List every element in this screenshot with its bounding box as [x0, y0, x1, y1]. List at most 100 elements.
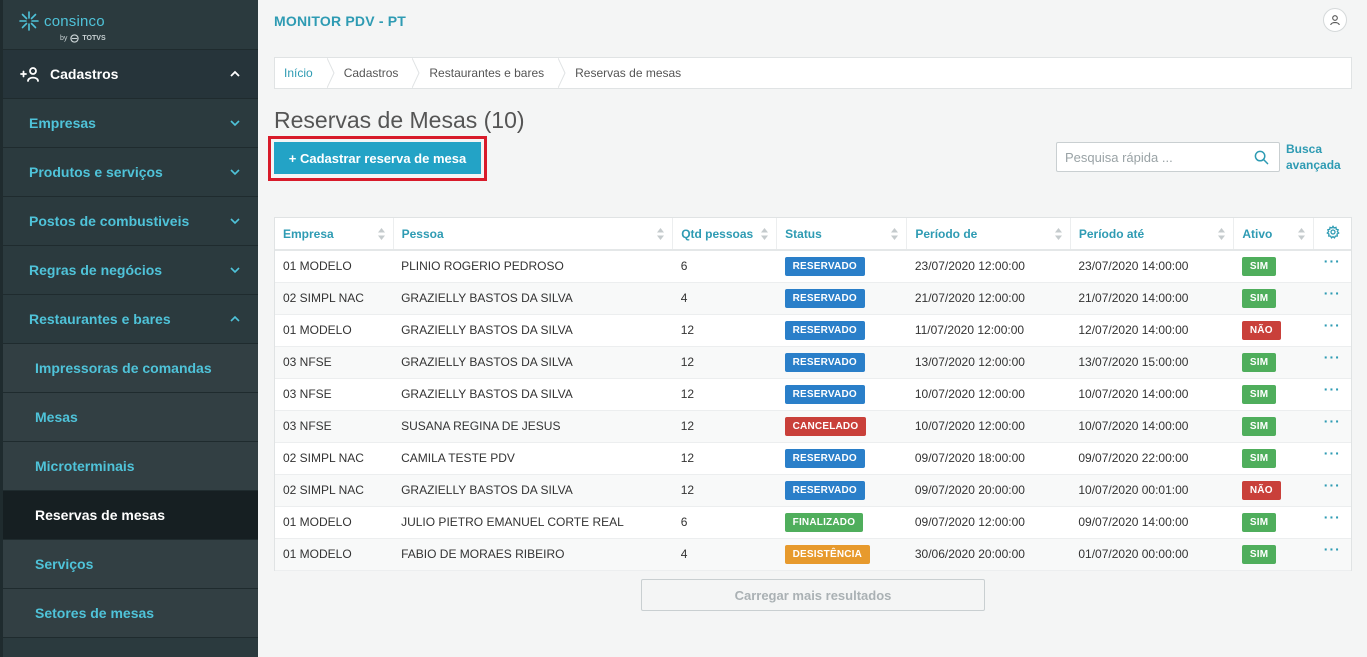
search-icon[interactable] — [1254, 150, 1269, 165]
sidebar-item-label: Regras de negócios — [29, 262, 163, 278]
cell-ativo: SIM — [1233, 346, 1314, 379]
cell-pessoa: SUSANA REGINA DE JESUS — [393, 410, 673, 443]
row-actions-button[interactable]: ··· — [1314, 349, 1351, 365]
active-badge: NÃO — [1241, 320, 1281, 340]
column-header-qtd-pessoas[interactable]: Qtd pessoas — [672, 218, 778, 251]
breadcrumb-inicio[interactable]: Início — [275, 58, 327, 88]
table-row[interactable]: 03 NFSE GRAZIELLY BASTOS DA SILVA 12 RESERV… — [275, 378, 1351, 411]
column-header-periodo-ate[interactable]: Período até — [1070, 218, 1235, 251]
sidebar-item-restaurantes-e-bares[interactable]: Restaurantes e bares — [0, 295, 258, 344]
column-header-periodo-de[interactable]: Período de — [906, 218, 1071, 251]
advanced-search-label-2: avançada — [1286, 158, 1341, 172]
column-header-status[interactable]: Status — [776, 218, 908, 251]
cell-empresa: 01 MODELO — [275, 538, 394, 571]
active-badge: NÃO — [1241, 480, 1281, 500]
row-actions-button[interactable]: ··· — [1314, 413, 1351, 429]
status-badge: FINALIZADO — [784, 512, 864, 532]
active-badge: SIM — [1241, 256, 1277, 276]
cell-actions: ··· — [1313, 442, 1351, 475]
table-row[interactable]: 01 MODELO JULIO PIETRO EMANUEL CORTE REAL… — [275, 506, 1351, 539]
cell-ativo: SIM — [1233, 410, 1314, 443]
advanced-search-link[interactable]: Busca avançada — [1286, 141, 1341, 173]
column-header-pessoa[interactable]: Pessoa — [393, 218, 674, 251]
add-reservation-button[interactable]: + Cadastrar reserva de mesa — [274, 142, 481, 174]
main-content: MONITOR PDV - PT Início Cadastros Restau… — [258, 0, 1367, 657]
cell-pessoa: JULIO PIETRO EMANUEL CORTE REAL — [393, 506, 673, 539]
user-menu-button[interactable] — [1323, 8, 1347, 32]
sidebar-item-label: Produtos e serviços — [29, 164, 163, 180]
cell-status: RESERVADO — [776, 314, 907, 347]
cell-status: RESERVADO — [776, 442, 907, 475]
table-row[interactable]: 01 MODELO PLINIO ROGERIO PEDROSO 6 RESERVAD… — [275, 250, 1351, 283]
table-row[interactable]: 01 MODELO GRAZIELLY BASTOS DA SILVA 12 RESE… — [275, 314, 1351, 347]
column-header-ativo[interactable]: Ativo — [1233, 218, 1315, 251]
active-badge: SIM — [1241, 448, 1277, 468]
row-actions-button[interactable]: ··· — [1314, 445, 1351, 461]
status-badge: CANCELADO — [784, 416, 867, 436]
load-more-button[interactable]: Carregar mais resultados — [641, 579, 985, 611]
sidebar-item-label: Empresas — [29, 115, 96, 131]
cell-ativo: SIM — [1233, 282, 1314, 315]
cell-qtd-pessoas: 12 — [672, 346, 777, 379]
sort-icon — [761, 228, 769, 240]
breadcrumb-restaurantes-e-bares[interactable]: Restaurantes e bares — [420, 58, 558, 88]
sidebar-item-produtos-e-servicos[interactable]: Produtos e serviços — [0, 148, 258, 197]
cell-empresa: 01 MODELO — [275, 506, 394, 539]
sidebar-subitem-mesas[interactable]: Mesas — [0, 393, 258, 442]
sort-icon — [1218, 228, 1226, 240]
cell-periodo-de: 09/07/2020 20:00:00 — [906, 474, 1071, 507]
cell-status: RESERVADO — [776, 378, 907, 411]
row-actions-button[interactable]: ··· — [1314, 317, 1351, 333]
logo-icon — [19, 11, 39, 31]
cell-pessoa: CAMILA TESTE PDV — [393, 442, 673, 475]
cell-actions: ··· — [1313, 410, 1351, 443]
sidebar-item-postos-de-combustiveis[interactable]: Postos de combustiveis — [0, 197, 258, 246]
cell-pessoa: GRAZIELLY BASTOS DA SILVA — [393, 346, 673, 379]
column-header-empresa[interactable]: Empresa — [275, 218, 394, 251]
active-badge: SIM — [1241, 384, 1277, 404]
table-row[interactable]: 02 SIMPL NAC CAMILA TESTE PDV 12 RESERVADO 0… — [275, 442, 1351, 475]
cell-ativo: SIM — [1233, 538, 1314, 571]
chevron-down-icon — [230, 267, 240, 274]
cell-empresa: 02 SIMPL NAC — [275, 474, 394, 507]
cell-empresa: 01 MODELO — [275, 314, 394, 347]
sidebar-subitem-label: Mesas — [35, 409, 78, 425]
sidebar-subitem-servicos[interactable]: Serviços — [0, 540, 258, 589]
search-input[interactable] — [1065, 149, 1245, 165]
gear-icon[interactable] — [1325, 225, 1340, 239]
sidebar-subitem-impressoras-de-comandas[interactable]: Impressoras de comandas — [0, 344, 258, 393]
table-row[interactable]: 03 NFSE GRAZIELLY BASTOS DA SILVA 12 RESERV… — [275, 346, 1351, 379]
row-actions-button[interactable]: ··· — [1314, 253, 1351, 269]
sidebar-item-regras-de-negocios[interactable]: Regras de negócios — [0, 246, 258, 295]
column-settings[interactable] — [1313, 218, 1351, 251]
table-row[interactable]: 02 SIMPL NAC GRAZIELLY BASTOS DA SILVA 12 R… — [275, 474, 1351, 507]
add-user-icon — [20, 67, 39, 82]
sidebar-subitem-setores-de-mesas[interactable]: Setores de mesas — [0, 589, 258, 638]
cell-actions: ··· — [1313, 474, 1351, 507]
breadcrumb-cadastros[interactable]: Cadastros — [335, 58, 413, 88]
sidebar-item-empresas[interactable]: Empresas — [0, 99, 258, 148]
row-actions-button[interactable]: ··· — [1314, 285, 1351, 301]
row-actions-button[interactable]: ··· — [1314, 541, 1351, 557]
cell-pessoa: GRAZIELLY BASTOS DA SILVA — [393, 378, 673, 411]
row-actions-button[interactable]: ··· — [1314, 509, 1351, 525]
sidebar-subitem-reservas-de-mesas[interactable]: Reservas de mesas — [0, 491, 258, 540]
cell-actions: ··· — [1313, 506, 1351, 539]
cell-qtd-pessoas: 4 — [672, 538, 777, 571]
cell-actions: ··· — [1313, 346, 1351, 379]
table-row[interactable]: 03 NFSE SUSANA REGINA DE JESUS 12 CANCELADO… — [275, 410, 1351, 443]
row-actions-button[interactable]: ··· — [1314, 477, 1351, 493]
cell-periodo-de: 23/07/2020 12:00:00 — [906, 250, 1071, 283]
cell-ativo: NÃO — [1233, 314, 1314, 347]
cell-status: CANCELADO — [776, 410, 907, 443]
sidebar-subitem-label: Reservas de mesas — [35, 507, 165, 523]
cell-periodo-ate: 01/07/2020 00:00:00 — [1070, 538, 1234, 571]
cell-actions: ··· — [1313, 378, 1351, 411]
sidebar-section-cadastros[interactable]: Cadastros — [0, 50, 258, 99]
row-actions-button[interactable]: ··· — [1314, 381, 1351, 397]
table-row[interactable]: 02 SIMPL NAC GRAZIELLY BASTOS DA SILVA 4 RE… — [275, 282, 1351, 315]
brand[interactable]: consinco by TOTVS — [0, 0, 258, 50]
table-row[interactable]: 01 MODELO FABIO DE MORAES RIBEIRO 4 DESISTÊ… — [275, 538, 1351, 571]
sidebar-subitem-microterminais[interactable]: Microterminais — [0, 442, 258, 491]
cell-qtd-pessoas: 12 — [672, 442, 777, 475]
